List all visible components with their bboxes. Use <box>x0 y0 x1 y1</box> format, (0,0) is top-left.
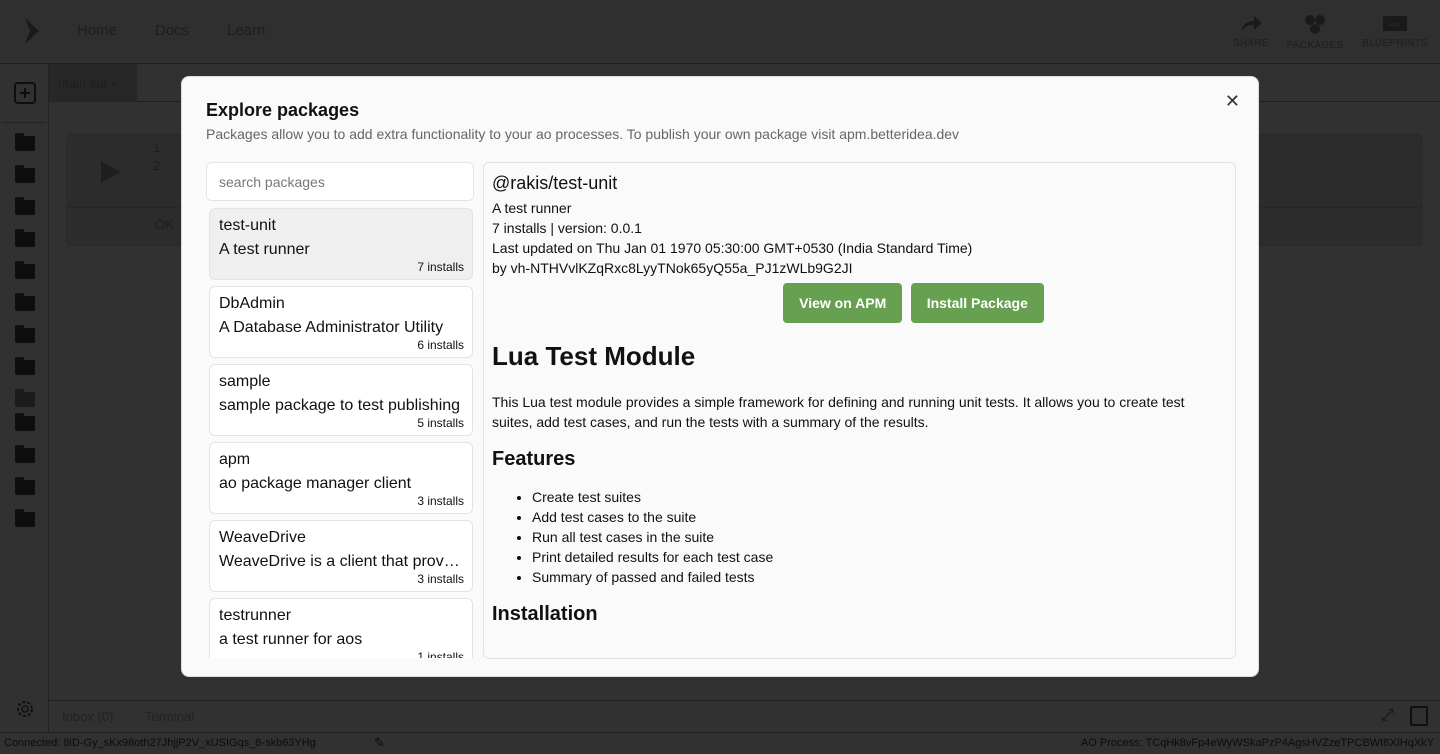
package-installs: 6 installs <box>417 338 464 352</box>
package-installs: 3 installs <box>417 572 464 586</box>
ao-process-id[interactable]: AO Process: TCqHk8vFp4eWyWSkaPzP4AgsHVZz… <box>1081 737 1434 749</box>
bottom-panel: Inbox (0) Terminal ⤢ <box>49 700 1440 732</box>
folder-icon[interactable] <box>15 445 35 463</box>
detail-package-name: @rakis/test-unit <box>492 173 618 193</box>
view-on-apm-button[interactable]: View on APM <box>783 283 903 323</box>
detail-desc: A test runner <box>492 200 572 216</box>
packages-button[interactable]: PACKAGES <box>1284 14 1346 51</box>
package-item[interactable]: apm ao package manager client 3 installs <box>209 442 473 514</box>
package-desc: a test runner for aos <box>219 631 363 648</box>
svg-text:</>: </> <box>1389 22 1400 29</box>
folder-icon[interactable] <box>15 389 35 407</box>
settings-gear-icon[interactable] <box>14 698 36 720</box>
fullscreen-icon[interactable]: ⤢ <box>1381 707 1394 725</box>
folder-icon[interactable] <box>15 509 35 527</box>
cell-output: OK <box>155 217 174 232</box>
tab-inbox[interactable]: Inbox (0) <box>62 709 113 724</box>
feature-item: Summary of passed and failed tests <box>532 567 1227 587</box>
close-tab-icon[interactable]: × <box>111 79 117 91</box>
package-desc: ao package manager client <box>219 475 412 492</box>
share-icon <box>1241 16 1262 32</box>
new-file-icon[interactable] <box>14 82 36 104</box>
folder-icon[interactable] <box>15 357 35 375</box>
blueprints-label: BLUEPRINTS <box>1362 38 1428 49</box>
installation-heading: Installation <box>492 603 598 625</box>
readme-intro: This Lua test module provides a simple f… <box>492 394 1185 430</box>
features-heading: Features <box>492 448 576 470</box>
feature-item: Add test cases to the suite <box>532 507 1227 527</box>
package-name: WeaveDrive <box>219 529 306 546</box>
nav-home[interactable]: Home <box>77 22 117 39</box>
search-packages-input[interactable] <box>206 162 474 201</box>
close-icon[interactable]: ✕ <box>1225 91 1240 112</box>
tab-terminal[interactable]: Terminal <box>145 709 194 724</box>
logo-icon[interactable] <box>24 18 40 44</box>
package-desc: A Database Administrator Utility <box>219 319 444 336</box>
package-desc: WeaveDrive is a client that provides <box>219 553 463 570</box>
run-icon[interactable] <box>101 161 121 183</box>
package-detail: @rakis/test-unit A test runner 7 install… <box>483 162 1236 659</box>
feature-item: Print detailed results for each test cas… <box>532 547 1227 567</box>
package-item[interactable]: test-unit A test runner 7 installs <box>209 208 473 280</box>
package-name: DbAdmin <box>219 295 285 312</box>
nav-docs[interactable]: Docs <box>155 22 189 39</box>
package-desc: sample package to test publishing <box>219 397 461 414</box>
package-name: test-unit <box>219 217 276 234</box>
blueprints-button[interactable]: </> BLUEPRINTS <box>1360 14 1430 49</box>
dialog-title: Explore packages <box>206 100 360 120</box>
folder-icon[interactable] <box>15 293 35 311</box>
package-item[interactable]: sample sample package to test publishing 5… <box>209 364 473 436</box>
packages-label: PACKAGES <box>1286 40 1344 51</box>
share-button[interactable]: SHARE <box>1232 14 1270 49</box>
folder-icon[interactable] <box>15 229 35 247</box>
detail-updated: Last updated on Thu Jan 01 1970 05:30:00… <box>492 240 973 256</box>
status-bar: Connected: 8iD-Gy_sKx98oth27JhjjP2V_xUSI… <box>0 732 1440 754</box>
folder-icon[interactable] <box>15 133 35 151</box>
packages-icon <box>1305 15 1325 34</box>
connected-wallet[interactable]: Connected: 8iD-Gy_sKx98oth27JhjjP2V_xUSI… <box>4 737 316 749</box>
dialog-subtitle: Packages allow you to add extra function… <box>206 126 960 142</box>
toggle-panel-icon[interactable] <box>1410 706 1428 726</box>
folder-icon[interactable] <box>15 197 35 215</box>
folder-icon[interactable] <box>15 325 35 343</box>
disconnect-icon[interactable]: ✎ <box>374 735 385 751</box>
tab-label: main.lua <box>58 76 108 91</box>
feature-item: Run all test cases in the suite <box>532 527 1227 547</box>
features-list: Create test suites Add test cases to the… <box>532 487 1227 587</box>
detail-meta: 7 installs | version: 0.0.1 <box>492 220 642 236</box>
line-number: 1 <box>153 140 161 155</box>
folder-icon[interactable] <box>15 477 35 495</box>
package-installs: 7 installs <box>417 260 464 274</box>
explore-packages-dialog: Explore packages Packages allow you to a… <box>181 76 1259 677</box>
feature-item: Create test suites <box>532 487 1227 507</box>
folder-icon[interactable] <box>15 413 35 431</box>
readme-title: Lua Test Module <box>492 341 696 371</box>
package-name: sample <box>219 373 271 390</box>
package-name: apm <box>219 451 251 468</box>
package-list[interactable]: test-unit A test runner 7 installs DbAdmin… <box>206 205 476 658</box>
package-item[interactable]: DbAdmin A Database Administrator Utility 6… <box>209 286 473 358</box>
divider <box>2 122 46 123</box>
package-installs: 3 installs <box>417 494 464 508</box>
package-installs: 5 installs <box>417 416 464 430</box>
package-item[interactable]: WeaveDrive WeaveDrive is a client that pr… <box>209 520 473 592</box>
blueprints-icon: </> <box>1383 16 1407 31</box>
top-header: Home Docs Learn SHARE PACKAGES </> BLUEP… <box>0 0 1440 64</box>
sidebar <box>0 64 49 732</box>
install-package-button[interactable]: Install Package <box>910 283 1044 323</box>
package-installs: 1 installs <box>417 650 464 658</box>
detail-author: by vh-NTHVvlKZqRxc8LyyTNok65yQ55a_PJ1zWL… <box>492 260 853 276</box>
folder-icon[interactable] <box>15 261 35 279</box>
line-number: 2 <box>153 158 161 173</box>
tab-main-lua[interactable]: main.lua × <box>49 64 137 102</box>
share-label: SHARE <box>1233 38 1269 49</box>
package-desc: A test runner <box>219 241 310 258</box>
nav-learn[interactable]: Learn <box>227 22 265 39</box>
package-item[interactable]: testrunner a test runner for aos 1 install… <box>209 598 473 658</box>
folder-icon[interactable] <box>15 165 35 183</box>
package-name: testrunner <box>219 607 292 624</box>
